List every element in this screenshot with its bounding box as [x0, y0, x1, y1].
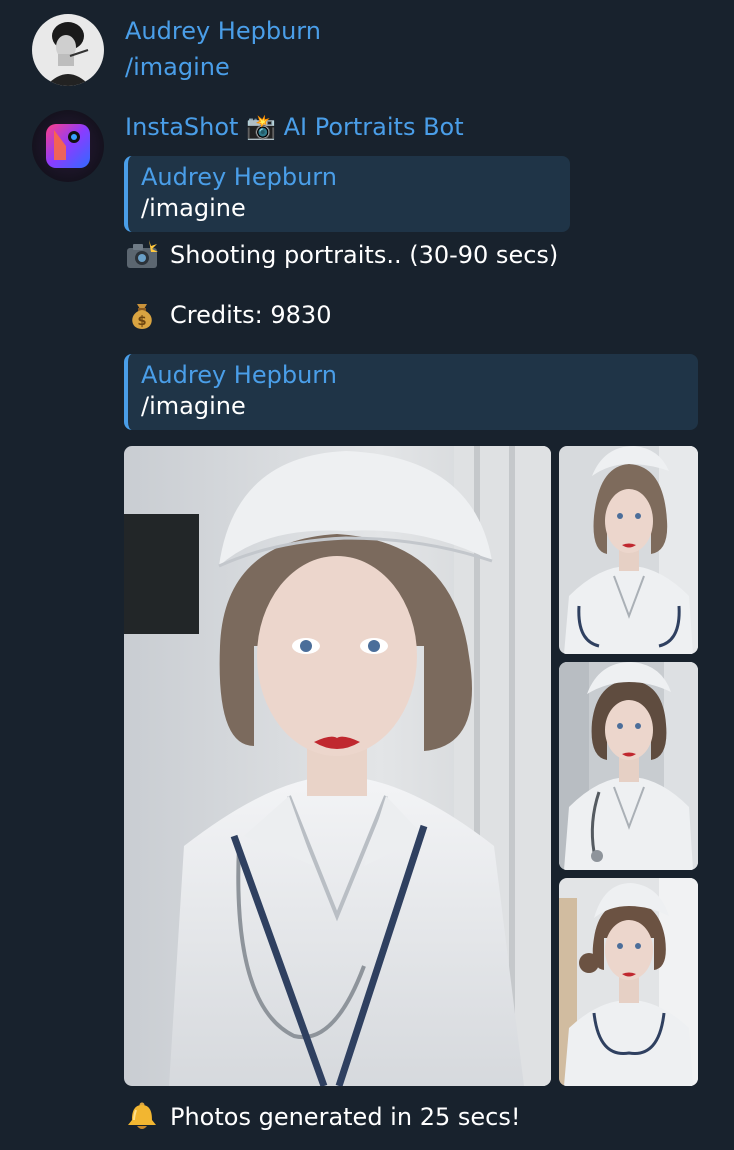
bot-avatar[interactable]: [32, 110, 104, 182]
portrait-photo-3[interactable]: [559, 662, 698, 870]
bot-name[interactable]: InstaShot 📸 AI Portraits Bot: [125, 111, 464, 143]
quote-text: /imagine: [141, 392, 246, 420]
status-line: Shooting portraits.. (30-90 secs): [125, 239, 558, 271]
svg-text:$: $: [137, 314, 146, 329]
camera-flash-icon: [125, 240, 159, 270]
status-text: Shooting portraits.. (30-90 secs): [170, 241, 559, 269]
imagine-command-link[interactable]: /imagine: [125, 51, 230, 83]
portrait-photo-2[interactable]: [559, 446, 698, 654]
reply-quote-2[interactable]: Audrey Hepburn /imagine: [124, 354, 698, 430]
quote-author: Audrey Hepburn: [141, 361, 337, 389]
credits-line: $ Credits: 9830: [125, 299, 331, 331]
money-bag-icon: $: [125, 300, 159, 330]
chat-history: Audrey Hepburn /imagine InstaShot 📸 AI P…: [0, 0, 734, 1150]
bell-icon: [125, 1102, 159, 1132]
user-avatar[interactable]: [32, 14, 104, 86]
result-text: Photos generated in 25 secs!: [170, 1103, 521, 1131]
portrait-photo-main[interactable]: [124, 446, 551, 1086]
reply-quote[interactable]: Audrey Hepburn /imagine: [124, 156, 570, 232]
quote-text: /imagine: [141, 194, 246, 222]
portrait-photo-4[interactable]: [559, 878, 698, 1086]
credits-text: Credits: 9830: [170, 301, 332, 329]
quote-author: Audrey Hepburn: [141, 163, 337, 191]
user-name[interactable]: Audrey Hepburn: [125, 15, 321, 47]
result-line: Photos generated in 25 secs!: [125, 1101, 520, 1133]
